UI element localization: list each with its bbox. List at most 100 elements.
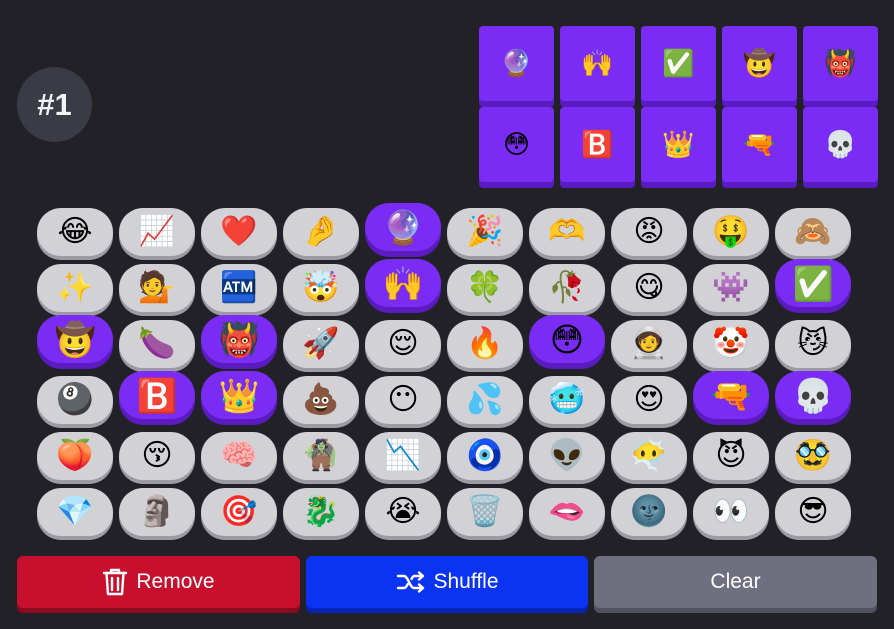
emoji-option[interactable]: 😭 (365, 488, 441, 536)
emoji-option[interactable]: 🍀 (447, 264, 523, 312)
emoji-option[interactable]: 🐉 (283, 488, 359, 536)
emoji-option[interactable]: ❤️ (201, 208, 277, 256)
selected-slot[interactable]: 💀 (803, 107, 878, 182)
emoji-option[interactable]: 🙌 (365, 259, 441, 307)
selected-slot[interactable]: 🔫 (722, 107, 797, 182)
face-without-mouth-icon: 😶 (387, 382, 419, 417)
relieved-face-icon: 😌 (387, 326, 419, 361)
emoji-option[interactable]: 😼 (775, 320, 851, 368)
emoji-option[interactable]: 🚀 (283, 320, 359, 368)
emoji-option[interactable]: 🤡 (693, 320, 769, 368)
emoji-option[interactable]: 🍆 (119, 320, 195, 368)
emoji-option[interactable]: 😋 (611, 264, 687, 312)
emoji-option[interactable]: ✅ (775, 259, 851, 307)
crown-icon: 👑 (218, 375, 260, 415)
chart-increasing-icon: 📈 (138, 214, 176, 249)
emoji-option[interactable]: 💀 (775, 371, 851, 419)
emoji-option[interactable]: 🤑 (693, 208, 769, 256)
cold-face-icon: 🥶 (548, 382, 586, 417)
selected-slot[interactable]: 🅱️ (560, 107, 635, 182)
emoji-option[interactable]: 📈 (119, 208, 195, 256)
emoji-option[interactable]: 💦 (447, 376, 523, 424)
remove-button[interactable]: Remove (17, 556, 300, 608)
selected-slot[interactable]: 😳 (479, 107, 554, 182)
crown-icon: 👑 (662, 129, 695, 160)
emoji-option[interactable]: 👑 (201, 371, 277, 419)
emoji-option[interactable]: 🥀 (529, 264, 605, 312)
selected-slot[interactable]: 🤠 (722, 26, 797, 101)
emoji-option[interactable]: 😚 (119, 432, 195, 480)
ogre-icon: 👹 (824, 48, 857, 79)
emoji-option[interactable]: 🔮 (365, 203, 441, 251)
emoji-option[interactable]: 🗿 (119, 488, 195, 536)
emoji-option[interactable]: 🔥 (447, 320, 523, 368)
emoji-option[interactable]: 👀 (693, 488, 769, 536)
emoji-option[interactable]: 🔫 (693, 371, 769, 419)
emoji-option[interactable]: 🤯 (283, 264, 359, 312)
emoji-option[interactable]: 👹 (201, 315, 277, 363)
emoji-option[interactable]: 🗑️ (447, 488, 523, 536)
emoji-option[interactable]: 🙈 (775, 208, 851, 256)
emoji-option[interactable]: 🏧 (201, 264, 277, 312)
emoji-option[interactable]: 📉 (365, 432, 441, 480)
pile-of-poo-icon: 💩 (302, 382, 340, 417)
eggplant-icon: 🍆 (138, 326, 176, 361)
peach-icon: 🍑 (56, 438, 94, 473)
emoji-option[interactable]: 😳 (529, 315, 605, 363)
emoji-option[interactable]: 😡 (611, 208, 687, 256)
emoji-option[interactable]: 🧑‍🚀 (611, 320, 687, 368)
emoji-option[interactable]: 😶‍🌫️ (611, 432, 687, 480)
rocket-icon: 🚀 (302, 326, 340, 361)
emoji-option[interactable]: 💁 (119, 264, 195, 312)
selected-slot[interactable]: 👑 (641, 107, 716, 182)
emoji-option[interactable]: 😂 (37, 208, 113, 256)
emoji-option[interactable]: 🫶 (529, 208, 605, 256)
emoji-option[interactable]: 😌 (365, 320, 441, 368)
selected-slot[interactable]: 👹 (803, 26, 878, 101)
chart-decreasing-icon: 📉 (384, 438, 422, 473)
emoji-option[interactable]: 🍑 (37, 432, 113, 480)
selected-slot[interactable]: 🔮 (479, 26, 554, 101)
emoji-option[interactable]: 🎉 (447, 208, 523, 256)
alien-icon: 👽 (548, 438, 586, 473)
emoji-option[interactable]: 💩 (283, 376, 359, 424)
selected-slot[interactable]: 🙌 (560, 26, 635, 101)
emoji-option[interactable]: 🌚 (611, 488, 687, 536)
emoji-option[interactable]: 😎 (775, 488, 851, 536)
alien-monster-icon: 👾 (712, 270, 750, 305)
crystal-ball-icon: 🔮 (500, 48, 533, 79)
emoji-option[interactable]: 🧠 (201, 432, 277, 480)
dragon-icon: 🐉 (302, 494, 340, 529)
emoji-option[interactable]: 🅱️ (119, 371, 195, 419)
emoji-option[interactable]: 🎯 (201, 488, 277, 536)
pool-8-ball-icon: 🎱 (56, 382, 94, 417)
emoji-option[interactable]: 🧌 (283, 432, 359, 480)
emoji-option[interactable]: 👽 (529, 432, 605, 480)
face-with-tears-of-joy-icon: 😂 (57, 214, 93, 249)
face-savoring-food-icon: 😋 (633, 270, 665, 305)
clear-button[interactable]: Clear (594, 556, 877, 608)
selected-slot[interactable]: ✅ (641, 26, 716, 101)
emoji-option[interactable]: 👾 (693, 264, 769, 312)
cowboy-face-icon: 🤠 (54, 319, 96, 359)
emoji-option[interactable]: ✨ (37, 264, 113, 312)
emoji-option[interactable]: 😶 (365, 376, 441, 424)
shuffle-button[interactable]: Shuffle (306, 556, 588, 608)
emoji-option[interactable]: 🫦 (529, 488, 605, 536)
emoji-option[interactable]: 😈 (693, 432, 769, 480)
shuffle-button-label: Shuffle (433, 570, 499, 593)
exploding-head-icon: 🤯 (302, 270, 340, 305)
water-pistol-icon: 🔫 (710, 375, 752, 415)
shuffle-icon (396, 571, 424, 593)
gem-stone-icon: 💎 (56, 494, 94, 529)
emoji-option[interactable]: 🎱 (37, 376, 113, 424)
emoji-option[interactable]: 🥶 (529, 376, 605, 424)
emoji-option[interactable]: 🧿 (447, 432, 523, 480)
emoji-option[interactable]: 😍 (611, 376, 687, 424)
cowboy-face-icon: 🤠 (743, 48, 776, 79)
emoji-option[interactable]: 🥸 (775, 432, 851, 480)
emoji-option[interactable]: 💎 (37, 488, 113, 536)
angry-face-icon: 😡 (633, 214, 665, 249)
emoji-option[interactable]: 🤠 (37, 315, 113, 363)
emoji-option[interactable]: 🤌 (283, 208, 359, 256)
